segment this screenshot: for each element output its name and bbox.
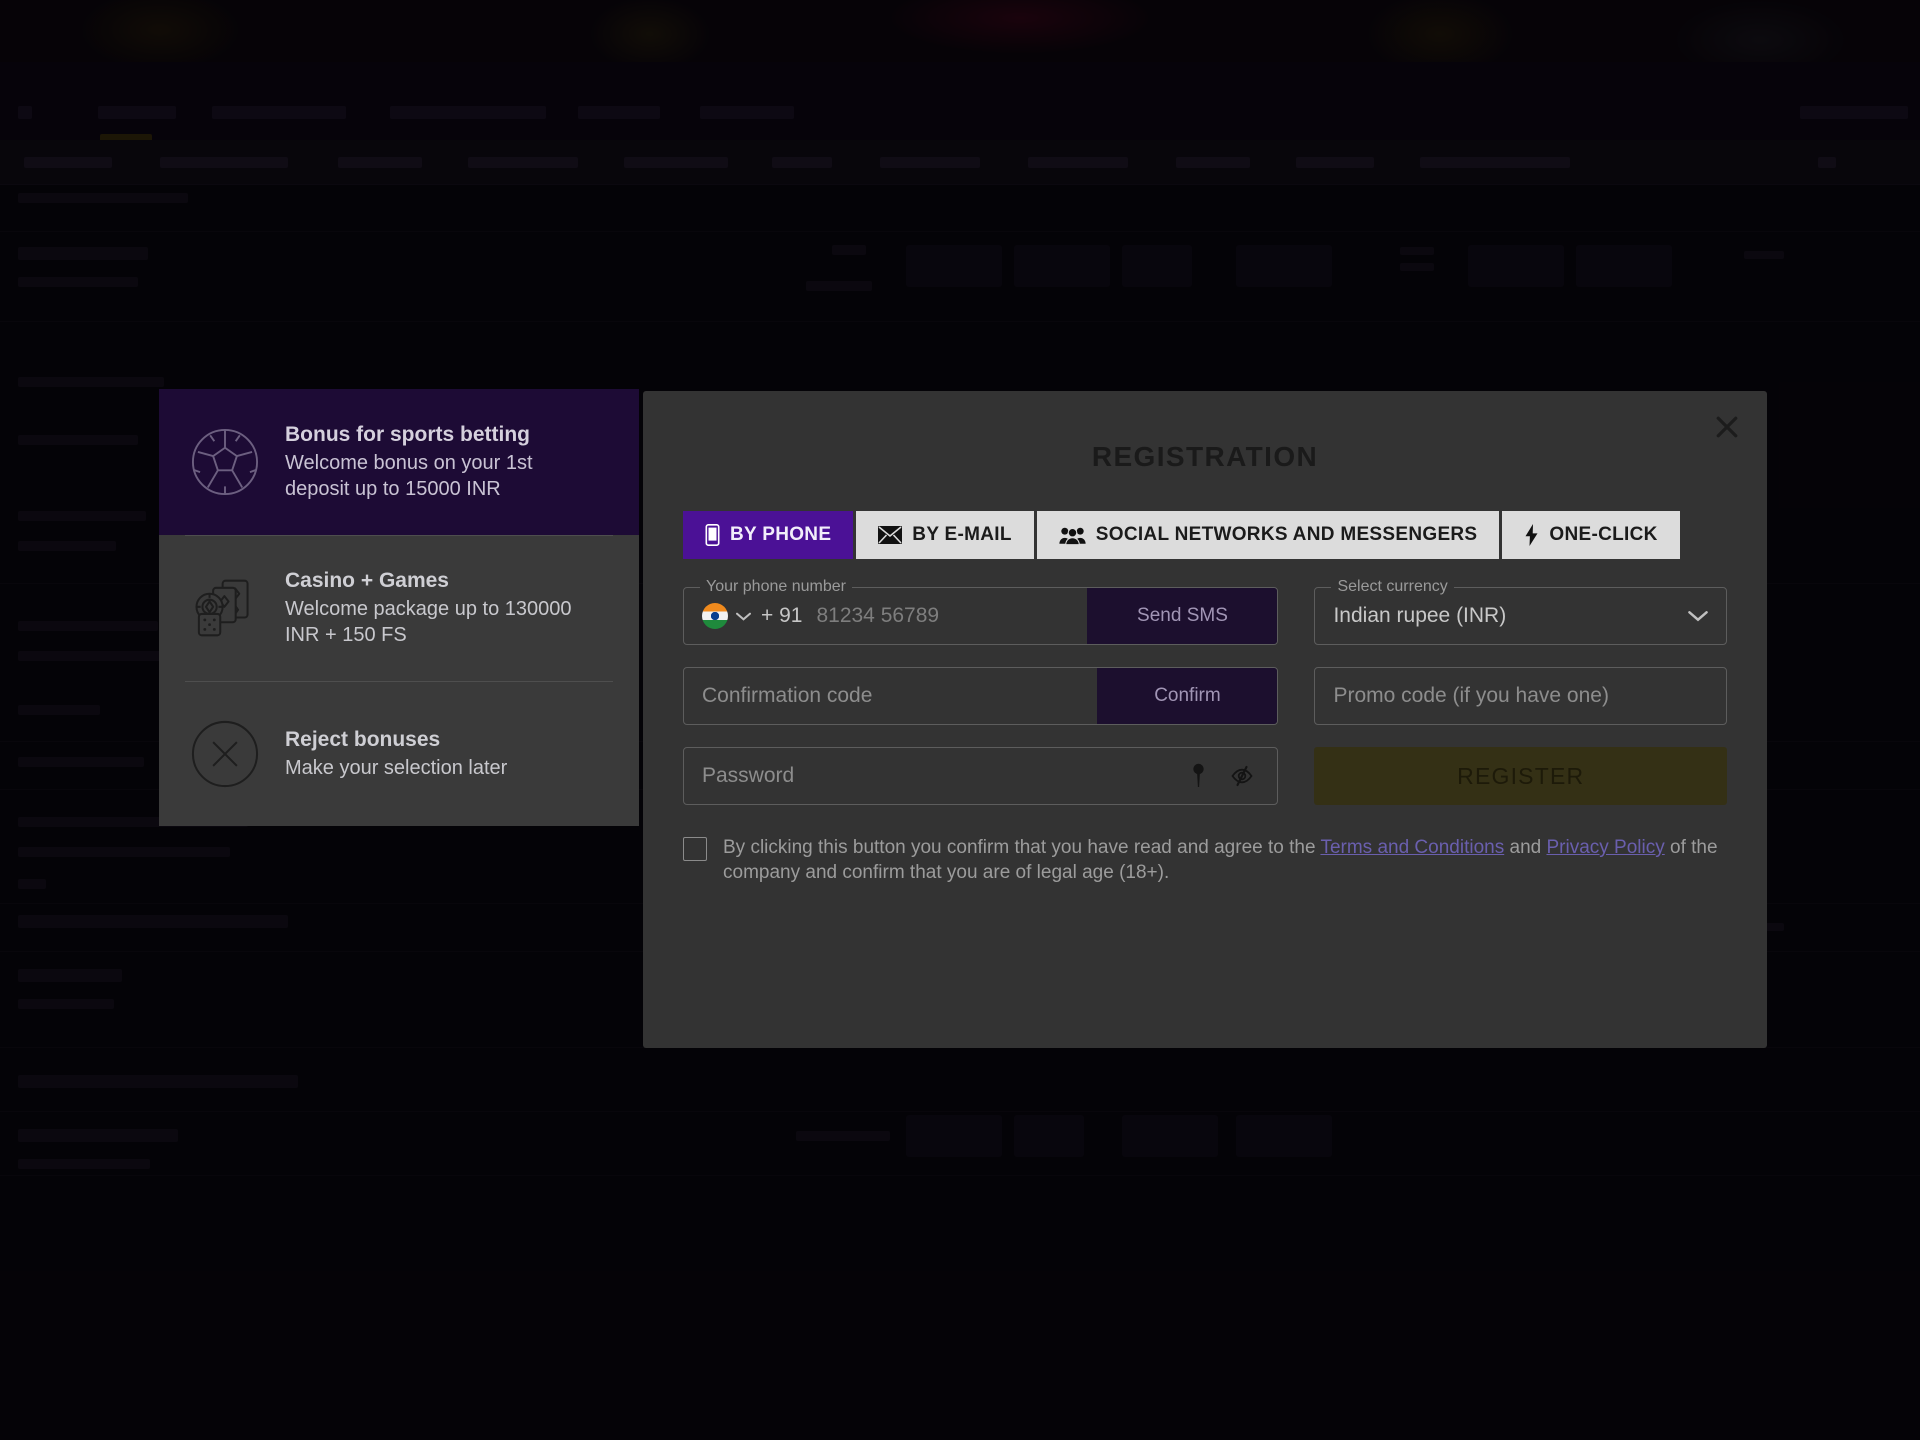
send-sms-button[interactable]: Send SMS: [1087, 588, 1278, 644]
promo-code-input[interactable]: [1315, 668, 1726, 724]
bonus-selection-panel: Bonus for sports betting Welcome bonus o…: [159, 389, 639, 826]
phone-field-legend: Your phone number: [700, 577, 852, 597]
people-group-icon: [1059, 526, 1086, 545]
terms-and-conditions-link[interactable]: Terms and Conditions: [1320, 837, 1504, 858]
page-root: Bonus for sports betting Welcome bonus o…: [0, 0, 1920, 1440]
close-icon[interactable]: [1705, 405, 1749, 449]
confirmation-code-input[interactable]: [684, 668, 1098, 724]
bonus-option-title: Bonus for sports betting: [285, 422, 530, 446]
terms-text-part2: and: [1504, 837, 1547, 858]
tab-social-networks[interactable]: SOCIAL NETWORKS AND MESSENGERS: [1036, 511, 1500, 559]
terms-agreement-row: By clicking this button you confirm that…: [683, 835, 1727, 885]
confirm-button[interactable]: Confirm: [1097, 668, 1278, 724]
bonus-option-casino[interactable]: Casino + Games Welcome package up to 130…: [159, 535, 639, 681]
soccer-ball-icon: [185, 422, 265, 502]
chevron-down-icon: [736, 612, 751, 621]
bonus-option-reject[interactable]: Reject bonuses Make your selection later: [159, 681, 639, 826]
lightning-bolt-icon: [1524, 524, 1539, 546]
bonus-option-title: Casino + Games: [285, 568, 449, 592]
registration-form: Your phone number + 91 Send SMS Select c…: [683, 577, 1727, 805]
bonus-option-description: Welcome package up to 130000 INR + 150 F…: [285, 598, 572, 646]
key-icon[interactable]: [1190, 763, 1207, 789]
promo-code-field: [1314, 667, 1727, 725]
page-title: REGISTRATION: [1091, 441, 1319, 472]
terms-checkbox[interactable]: [683, 837, 707, 861]
tab-one-click[interactable]: ONE-CLICK: [1502, 511, 1680, 559]
register-button[interactable]: REGISTER: [1314, 747, 1727, 805]
password-field: [683, 747, 1279, 805]
currency-select-field[interactable]: Select currency Indian rupee (INR): [1314, 577, 1727, 645]
bonus-option-description: Welcome bonus on your 1st deposit up to …: [285, 452, 533, 500]
india-flag-icon: [702, 603, 728, 629]
privacy-policy-link[interactable]: Privacy Policy: [1546, 837, 1664, 858]
password-input[interactable]: [684, 748, 1191, 804]
reject-circle-x-icon: [185, 714, 265, 794]
confirmation-code-field: Confirm: [683, 667, 1279, 725]
tab-label: ONE-CLICK: [1549, 524, 1658, 545]
tab-label: BY PHONE: [730, 524, 832, 545]
casino-cards-icon: [185, 568, 265, 648]
phone-number-field: Your phone number + 91 Send SMS: [683, 577, 1279, 645]
phone-input[interactable]: [816, 588, 1088, 644]
registration-method-tabs: BY PHONE BY E-MAIL SOCIAL NETWORKS AND M…: [683, 511, 1727, 559]
country-code-selector[interactable]: [684, 603, 761, 629]
envelope-icon: [878, 526, 903, 544]
terms-text-part1: By clicking this button you confirm that…: [723, 837, 1321, 858]
tab-by-email[interactable]: BY E-MAIL: [856, 511, 1034, 559]
tab-label: BY E-MAIL: [912, 524, 1012, 545]
tab-label: SOCIAL NETWORKS AND MESSENGERS: [1095, 524, 1478, 545]
registration-dialog: REGISTRATION BY PHONE BY E-MAIL SOCIAL N…: [643, 391, 1767, 1048]
bonus-option-description: Make your selection later: [285, 756, 508, 779]
eye-slash-icon[interactable]: [1229, 765, 1255, 787]
currency-selected-value: Indian rupee (INR): [1333, 604, 1507, 627]
mobile-phone-icon: [705, 524, 720, 546]
bonus-option-title: Reject bonuses: [285, 727, 441, 751]
dial-code: + 91: [761, 604, 803, 627]
currency-field-legend: Select currency: [1331, 577, 1454, 597]
chevron-down-icon: [1688, 610, 1726, 622]
bonus-option-sports[interactable]: Bonus for sports betting Welcome bonus o…: [159, 389, 639, 535]
terms-text: By clicking this button you confirm that…: [723, 835, 1727, 885]
tab-by-phone[interactable]: BY PHONE: [683, 511, 854, 559]
